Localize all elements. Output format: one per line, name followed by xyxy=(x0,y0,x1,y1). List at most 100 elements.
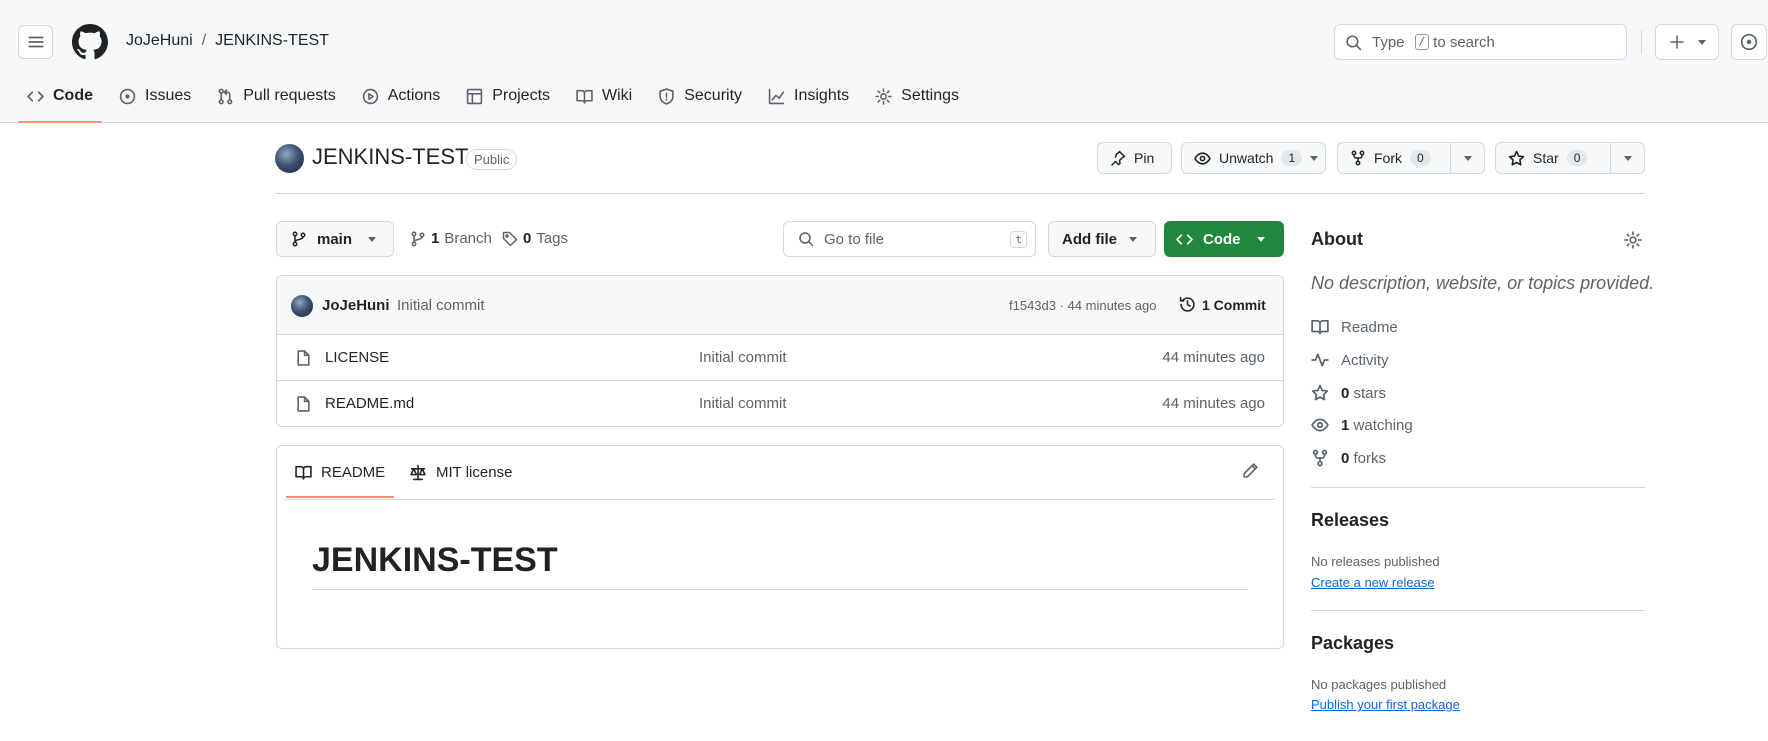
branches-link[interactable]: 1 Branch xyxy=(410,230,492,247)
plus-icon xyxy=(1669,34,1685,50)
pin-icon xyxy=(1110,150,1126,166)
tags-link[interactable]: 0 Tags xyxy=(502,230,568,247)
readme-heading: JENKINS-TEST xyxy=(312,541,1248,590)
fork-button[interactable]: Fork 0 xyxy=(1337,142,1485,174)
sidebar-divider xyxy=(1311,610,1645,611)
forks-link[interactable]: 0 forks xyxy=(1311,449,1386,467)
commit-author[interactable]: JoJeHuni xyxy=(322,297,390,314)
add-file-button[interactable]: Add file xyxy=(1048,221,1156,257)
latest-commit-bar: JoJeHuni Initial commit f1543d3 · 44 min… xyxy=(277,276,1283,335)
eye-icon xyxy=(1194,150,1211,167)
go-to-file-input[interactable]: Go to file t xyxy=(783,221,1036,257)
add-file-label: Add file xyxy=(1062,230,1117,248)
branch-icon xyxy=(291,231,307,247)
forks-label: forks xyxy=(1353,449,1387,467)
chevron-down-icon xyxy=(368,236,377,242)
pin-label: Pin xyxy=(1134,150,1155,166)
breadcrumb-owner-link[interactable]: JoJeHuni xyxy=(126,32,193,50)
tag-count-label: Tags xyxy=(536,230,569,247)
watching-count: 1 xyxy=(1341,416,1350,434)
file-commit-message[interactable]: Initial commit xyxy=(699,395,787,412)
tab-readme[interactable]: README xyxy=(285,464,395,498)
global-search-input[interactable]: Type / to search xyxy=(1334,24,1627,60)
tab-actions[interactable]: Actions xyxy=(353,78,449,114)
packages-empty-text: No packages published xyxy=(1311,677,1447,692)
global-header: JoJeHuni / JENKINS-TEST Type / to search… xyxy=(0,0,1768,123)
packages-title[interactable]: Packages xyxy=(1311,633,1394,654)
owner-avatar[interactable] xyxy=(275,144,304,173)
readme-link[interactable]: Readme xyxy=(1311,318,1398,336)
scale-icon xyxy=(409,464,427,481)
watching-label: watching xyxy=(1353,416,1413,434)
stars-count: 0 xyxy=(1341,384,1350,402)
sidebar-divider xyxy=(1311,487,1645,488)
watching-link[interactable]: 1 watching xyxy=(1311,416,1413,434)
tab-wiki[interactable]: Wiki xyxy=(567,78,641,114)
fork-count: 0 xyxy=(1410,150,1431,166)
file-age: 44 minutes ago xyxy=(1162,349,1265,366)
pin-button[interactable]: Pin xyxy=(1097,142,1172,174)
readme-tabs: README MIT license xyxy=(285,446,1275,500)
table-row[interactable]: README.md Initial commit 44 minutes ago xyxy=(277,381,1283,426)
tab-pull-requests[interactable]: Pull requests xyxy=(208,78,345,114)
tab-label: Projects xyxy=(492,87,551,104)
releases-title[interactable]: Releases xyxy=(1311,510,1389,531)
tab-label: Actions xyxy=(387,87,441,104)
file-name[interactable]: LICENSE xyxy=(325,349,389,366)
tab-settings[interactable]: Settings xyxy=(866,78,968,114)
star-button[interactable]: Star 0 xyxy=(1495,142,1645,174)
chevron-down-icon xyxy=(1256,236,1265,242)
github-logo-icon[interactable] xyxy=(72,24,108,60)
stars-label: stars xyxy=(1353,384,1387,402)
fork-dropdown[interactable] xyxy=(1450,143,1484,173)
tab-security[interactable]: Security xyxy=(649,78,751,114)
file-commit-message[interactable]: Initial commit xyxy=(699,349,787,366)
tab-issues[interactable]: Issues xyxy=(110,78,200,114)
table-row[interactable]: LICENSE Initial commit 44 minutes ago xyxy=(277,335,1283,381)
file-table: JoJeHuni Initial commit f1543d3 · 44 min… xyxy=(276,275,1284,427)
readme-link-label: Readme xyxy=(1341,318,1398,336)
tab-label: Wiki xyxy=(602,87,633,104)
publish-package-link[interactable]: Publish your first package xyxy=(1311,697,1460,712)
activity-link[interactable]: Activity xyxy=(1311,351,1389,369)
your-issues-button[interactable] xyxy=(1731,24,1767,60)
star-icon xyxy=(1508,150,1525,167)
go-to-file-placeholder: Go to file xyxy=(824,230,885,248)
branch-select-button[interactable]: main xyxy=(276,221,394,257)
about-title: About xyxy=(1311,229,1363,249)
star-icon xyxy=(1311,384,1329,402)
pencil-icon[interactable] xyxy=(1242,462,1259,479)
file-name[interactable]: README.md xyxy=(325,395,414,412)
code-icon xyxy=(27,88,44,105)
book-icon xyxy=(295,464,312,481)
create-new-button[interactable] xyxy=(1655,24,1719,60)
star-label: Star xyxy=(1533,150,1559,166)
tab-projects[interactable]: Projects xyxy=(457,78,559,114)
readme-panel: README MIT license JENKINS-TEST xyxy=(276,445,1284,649)
chevron-down-icon xyxy=(1129,236,1137,242)
tab-insights[interactable]: Insights xyxy=(759,78,858,114)
unwatch-button[interactable]: Unwatch 1 xyxy=(1181,142,1326,174)
commit-author-avatar[interactable] xyxy=(291,295,313,317)
star-dropdown[interactable] xyxy=(1610,143,1644,173)
create-release-link[interactable]: Create a new release xyxy=(1311,575,1435,590)
tag-icon xyxy=(502,231,518,247)
gear-icon[interactable] xyxy=(1624,231,1642,249)
chevron-down-icon xyxy=(1697,39,1706,45)
issue-icon xyxy=(119,88,136,105)
code-icon xyxy=(1176,231,1193,248)
menu-button[interactable] xyxy=(18,25,53,59)
tab-label: README xyxy=(321,464,386,481)
stars-link[interactable]: 0 stars xyxy=(1311,384,1386,402)
commit-sha-time[interactable]: f1543d3 · 44 minutes ago xyxy=(1009,298,1156,313)
breadcrumb-repo-link[interactable]: JENKINS-TEST xyxy=(215,32,329,50)
tab-code[interactable]: Code xyxy=(18,78,102,123)
tab-label: Settings xyxy=(901,87,959,104)
commits-link[interactable]: 1 Commit xyxy=(1179,296,1266,313)
commit-message[interactable]: Initial commit xyxy=(397,297,485,314)
tab-license[interactable]: MIT license xyxy=(409,464,512,481)
eye-icon xyxy=(1311,416,1329,434)
code-button[interactable]: Code xyxy=(1164,221,1284,257)
visibility-badge: Public xyxy=(466,149,518,170)
repo-title[interactable]: JENKINS-TEST xyxy=(312,144,468,170)
